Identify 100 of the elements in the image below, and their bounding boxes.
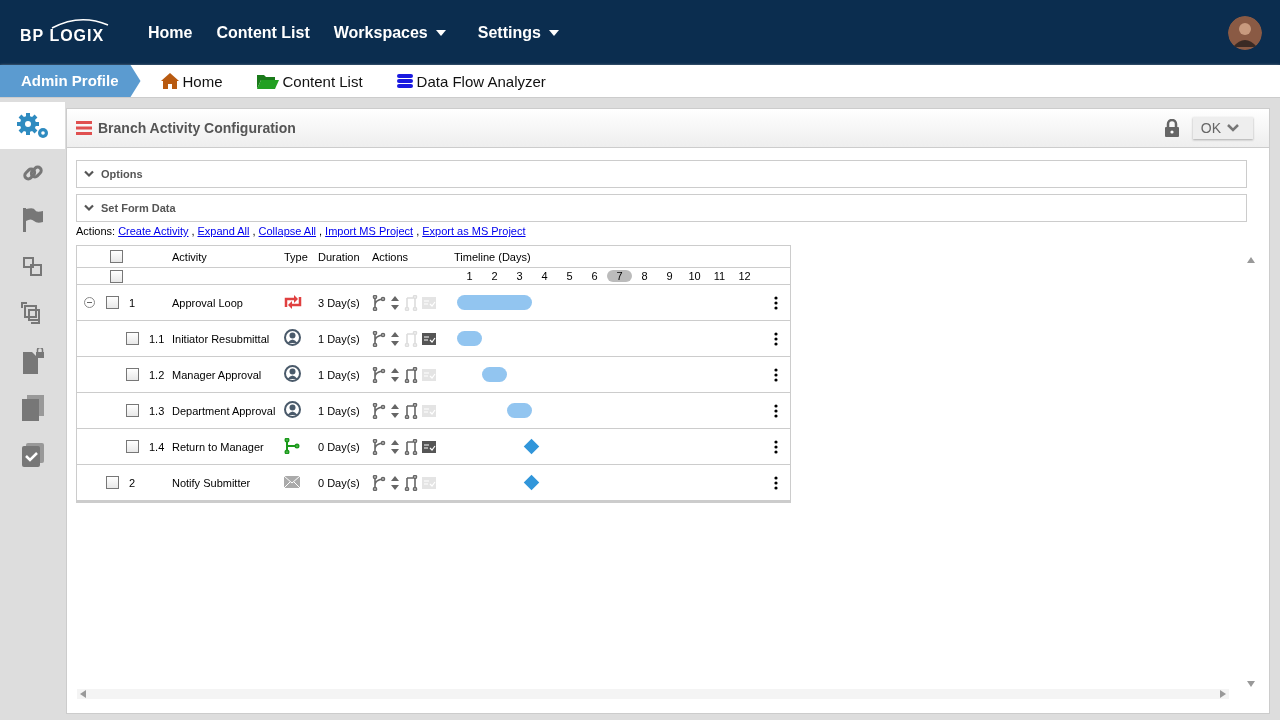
sort-arrows-icon[interactable] — [390, 366, 400, 383]
action-link[interactable]: Create Activity — [118, 225, 189, 237]
folder-icon — [256, 73, 279, 89]
sort-arrows-icon[interactable] — [390, 402, 400, 419]
fork-icon[interactable] — [372, 294, 386, 311]
panel-title: Branch Activity Configuration — [98, 120, 297, 136]
scroll-down-icon[interactable] — [1247, 681, 1255, 687]
day-number: 2 — [490, 270, 499, 282]
house-icon — [160, 73, 179, 89]
connector-icon[interactable] — [404, 402, 418, 419]
nav-link[interactable]: Settings — [477, 23, 559, 42]
chevron-down-icon — [1227, 124, 1239, 132]
more-icon[interactable] — [774, 403, 778, 418]
duration: 0 Day(s) — [318, 440, 361, 453]
more-icon[interactable] — [774, 439, 778, 454]
checkbox[interactable] — [106, 476, 119, 489]
breadcrumb-link[interactable]: Home — [160, 72, 223, 90]
envelope-icon — [284, 475, 300, 488]
more-icon[interactable] — [774, 367, 778, 382]
scroll-right-icon[interactable] — [1220, 690, 1226, 698]
day-number: 7 — [607, 270, 632, 282]
action-link[interactable]: Collapse All — [258, 225, 317, 237]
avatar[interactable] — [1228, 15, 1262, 50]
caret-icon — [435, 29, 446, 36]
form-icon[interactable] — [422, 440, 436, 453]
activity-name[interactable]: Return to Manager — [172, 440, 284, 453]
checkbox[interactable] — [126, 368, 139, 381]
checkbox[interactable] — [126, 404, 139, 417]
day-number: 6 — [590, 270, 599, 282]
day-number: 9 — [665, 270, 674, 282]
connector-icon[interactable] — [404, 366, 418, 383]
separator: , — [319, 225, 323, 237]
activity-name[interactable]: Department Approval — [172, 404, 284, 417]
checkbox[interactable] — [126, 440, 139, 453]
checkbox[interactable] — [110, 269, 123, 283]
fork-icon[interactable] — [372, 366, 386, 383]
activity-name[interactable]: Approval Loop — [172, 296, 284, 309]
column-header: Type — [284, 250, 309, 263]
section-header[interactable]: Set Form Data — [76, 194, 1247, 222]
user-icon — [284, 365, 301, 382]
section-header[interactable]: Options — [76, 160, 1247, 188]
day-number: 11 — [712, 270, 727, 282]
nav-link[interactable]: Content List — [216, 23, 310, 42]
database-icon — [396, 73, 413, 89]
row-number: 1.3 — [149, 404, 165, 417]
breadcrumb-link[interactable]: Data Flow Analyzer — [396, 72, 546, 90]
scroll-left-icon[interactable] — [80, 690, 86, 698]
breadcrumb-link[interactable]: Content List — [256, 72, 363, 90]
nav-link[interactable]: Home — [148, 23, 193, 42]
duration: 0 Day(s) — [318, 476, 361, 489]
column-header: Duration — [318, 250, 361, 263]
connector-icon[interactable] — [404, 474, 418, 491]
activity-name[interactable]: Notify Submitter — [172, 476, 284, 489]
user-icon — [284, 401, 301, 418]
column-header: Activity — [172, 250, 208, 263]
collapse-icon[interactable] — [84, 297, 95, 308]
sidebar-tab[interactable] — [0, 102, 65, 149]
checked-pages-icon — [21, 442, 44, 467]
more-icon[interactable] — [774, 475, 778, 490]
checkbox[interactable] — [126, 332, 139, 345]
chevron-down-icon — [84, 204, 94, 212]
separator: , — [416, 225, 420, 237]
ok-button[interactable]: OK — [1192, 117, 1253, 139]
activity-name[interactable]: Initiator Resubmittal — [172, 332, 284, 345]
activity-name[interactable]: Manager Approval — [172, 368, 284, 381]
day-number: 8 — [640, 270, 649, 282]
sort-arrows-icon[interactable] — [390, 294, 400, 311]
fork-icon[interactable] — [372, 402, 386, 419]
nav-link[interactable]: Workspaces — [333, 23, 446, 42]
scroll-up-icon[interactable] — [1247, 257, 1255, 263]
more-icon[interactable] — [774, 295, 778, 310]
separator: , — [191, 225, 195, 237]
fork-icon[interactable] — [372, 438, 386, 455]
duration: 1 Day(s) — [318, 368, 361, 381]
connector-icon[interactable] — [404, 438, 418, 455]
pages-icon — [21, 394, 44, 421]
action-link[interactable]: Import MS Project — [325, 225, 414, 237]
fork-icon[interactable] — [372, 330, 386, 347]
row-number: 2 — [129, 476, 136, 489]
more-icon[interactable] — [774, 331, 778, 346]
sort-arrows-icon[interactable] — [390, 330, 400, 347]
row-number: 1.1 — [149, 332, 165, 345]
checkbox[interactable] — [110, 250, 123, 263]
fork-icon[interactable] — [372, 474, 386, 491]
action-link[interactable]: Expand All — [197, 225, 250, 237]
branch-icon — [284, 437, 300, 454]
duration: 3 Day(s) — [318, 296, 361, 309]
checkbox[interactable] — [106, 296, 119, 309]
action-link[interactable]: Export as MS Project — [422, 225, 526, 237]
flag-icon — [21, 207, 44, 232]
logo[interactable]: BP LOGIX — [20, 26, 105, 44]
logo-arc-icon — [50, 16, 110, 29]
locked-file-icon — [20, 347, 45, 374]
sort-arrows-icon[interactable] — [390, 474, 400, 491]
sort-arrows-icon[interactable] — [390, 438, 400, 455]
day-number: 12 — [737, 270, 752, 282]
day-number: 10 — [687, 270, 702, 282]
day-number: 3 — [515, 270, 524, 282]
column-header: Timeline (Days) — [454, 250, 532, 263]
form-icon[interactable] — [422, 332, 436, 345]
